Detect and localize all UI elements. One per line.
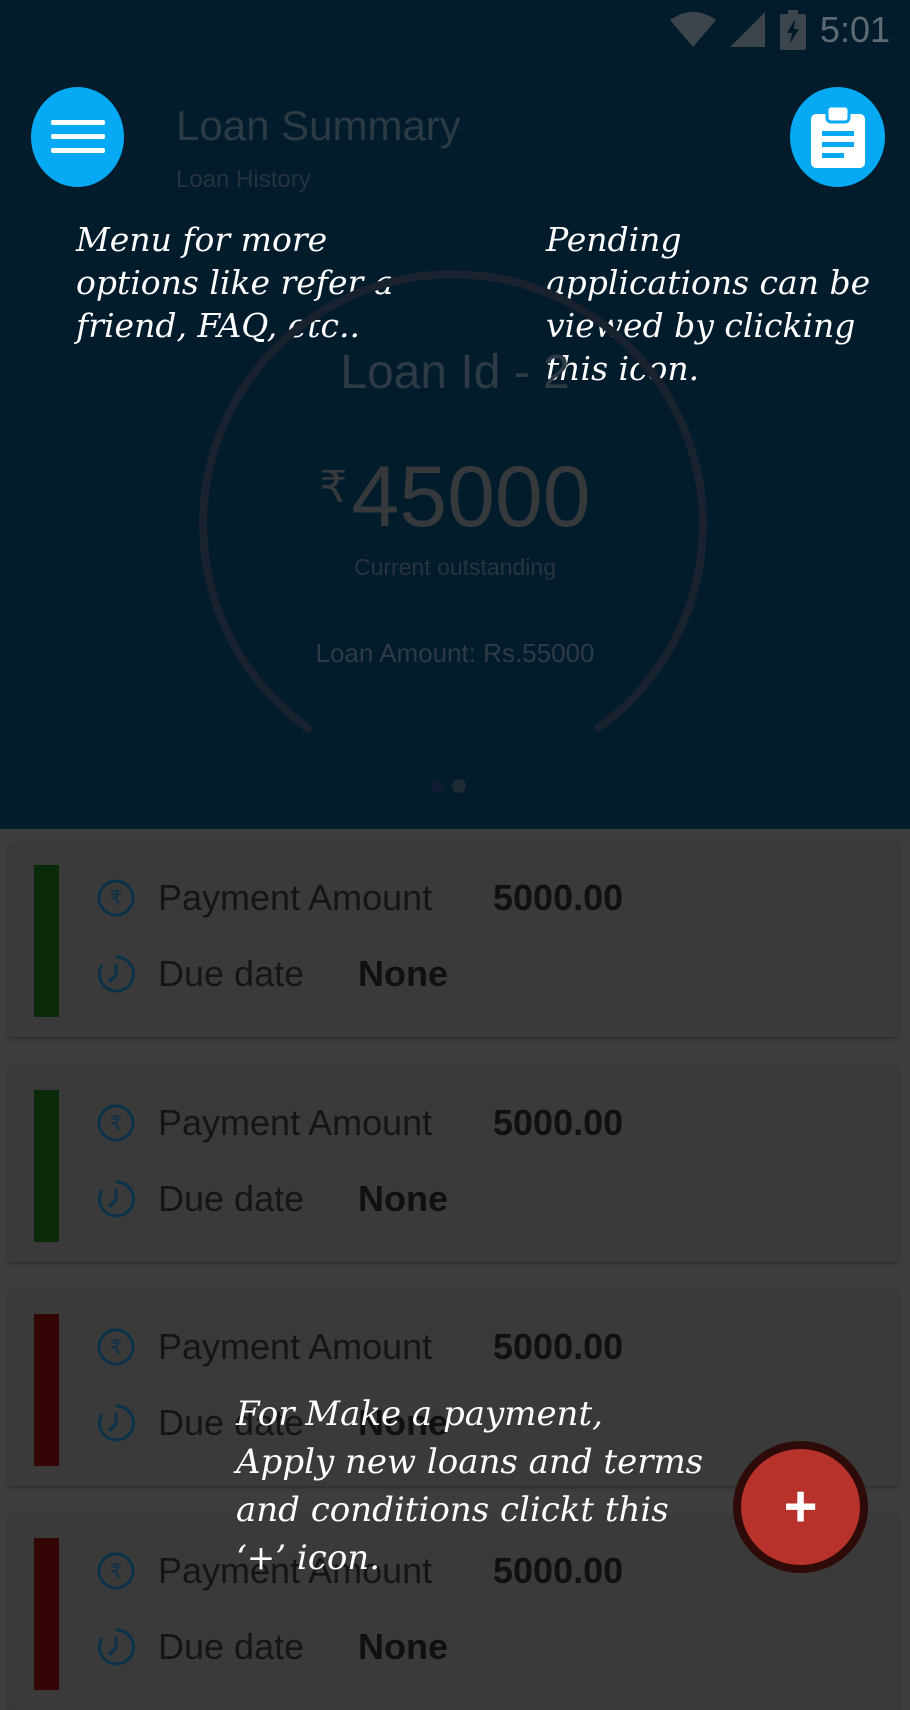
payment-amount-label: Payment Amount [158,877,433,918]
battery-icon [779,10,806,50]
clock-icon [97,1404,135,1442]
outstanding-value: 45000 [351,449,591,545]
due-date-label: Due date [158,1626,305,1667]
payment-card[interactable]: ₹ Payment Amount 5000.00 Due date None [8,1066,899,1262]
status-bar-indicator [34,1538,59,1690]
clock-icon [97,1628,135,1666]
pending-applications-button[interactable] [790,87,885,187]
rupee-symbol: ₹ [319,463,348,512]
page-dot-2[interactable] [452,779,466,793]
payment-amount-value: 5000.00 [493,877,624,918]
outstanding-amount: ₹45000 [0,448,910,547]
due-date-value: None [358,1178,448,1219]
payment-amount-label: Payment Amount [158,1326,433,1367]
payment-amount-label: Payment Amount [158,1102,433,1143]
status-bar-indicator [34,1314,59,1466]
menu-icon [50,120,105,153]
loan-amount: Loan Amount: Rs.55000 [315,638,595,668]
menu-button[interactable] [31,87,124,187]
clock: 5:01 [819,9,890,50]
payment-amount-value: 5000.00 [493,1326,624,1367]
status-bar-indicator [34,1090,59,1242]
status-bar: 5:01 [669,8,890,52]
page-title: Loan Summary [176,102,461,149]
loan-id: Loan Id - 2 [340,346,570,399]
loan-summary-panel: 5:01 Loan Summary Loan History Menu for … [0,0,910,829]
outstanding-label: Current outstanding [353,554,556,580]
svg-text:₹: ₹ [110,1335,123,1359]
svg-text:₹: ₹ [110,1111,123,1135]
plus-icon: + [783,1474,818,1539]
wifi-icon [669,12,716,47]
fab-hint: For Make a payment, Apply new loans and … [236,1394,704,1578]
svg-text:₹: ₹ [110,886,123,910]
rupee-circle-icon: ₹ [97,1104,135,1142]
clock-icon [97,1180,135,1218]
rupee-circle-icon: ₹ [97,1552,135,1590]
page-subtitle[interactable]: Loan History [176,166,311,194]
due-date-label: Due date [158,953,305,994]
add-action-button[interactable]: + [733,1441,868,1573]
status-bar-indicator [34,865,59,1017]
clock-icon [97,955,135,993]
rupee-circle-icon: ₹ [97,879,135,917]
page-dot-1[interactable] [430,779,444,793]
due-date-value: None [358,1626,448,1667]
page-indicator [430,779,466,793]
svg-text:₹: ₹ [110,1559,123,1583]
due-date-label: Due date [158,1178,305,1219]
payment-amount-value: 5000.00 [493,1102,624,1143]
payment-card[interactable]: ₹ Payment Amount 5000.00 Due date None [8,841,899,1037]
clipboard-icon [810,106,865,168]
due-date-value: None [358,953,448,994]
rupee-circle-icon: ₹ [97,1328,135,1366]
signal-icon [729,12,765,47]
